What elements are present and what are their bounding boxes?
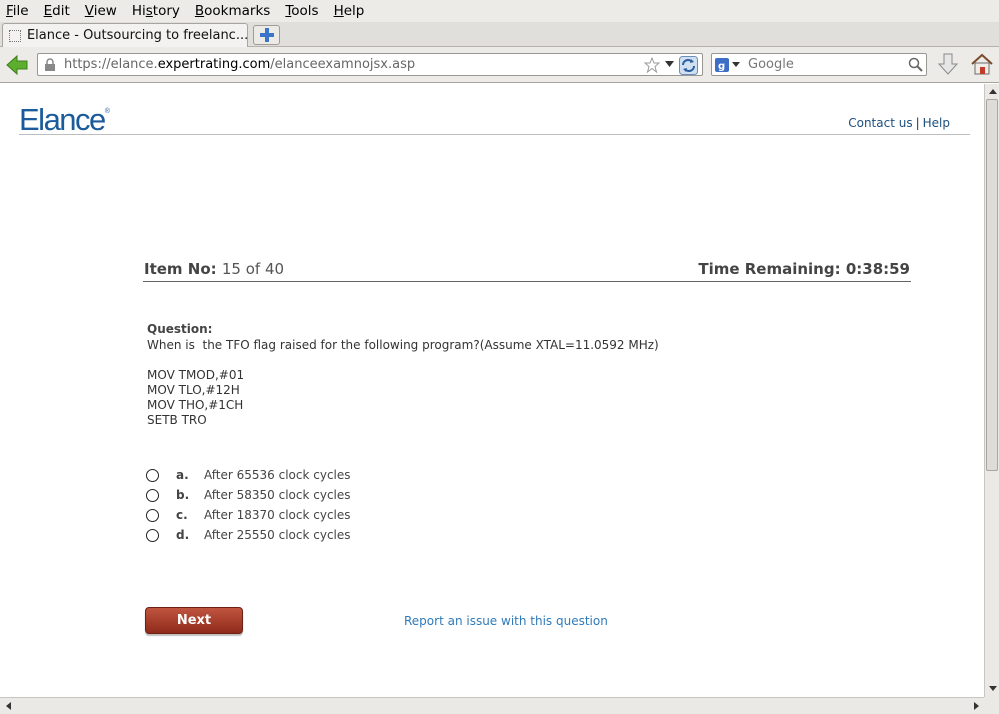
menu-bar: File Edit View History Bookmarks Tools H… (0, 0, 999, 22)
question-label: Question: (147, 322, 213, 336)
menu-file[interactable]: File (6, 3, 29, 19)
history-dropdown-icon[interactable] (665, 61, 674, 67)
page-favicon-icon (9, 29, 21, 42)
lock-icon (45, 58, 55, 71)
url-text: https://elance.expertrating.com/elanceex… (64, 57, 416, 72)
radio-button[interactable] (146, 528, 159, 542)
header-links: Contact us | Help (848, 116, 950, 130)
horizontal-scrollbar[interactable] (0, 697, 984, 714)
option-letter: b. (176, 488, 190, 502)
menu-bookmarks[interactable]: Bookmarks (195, 3, 270, 19)
question-text: When is the TFO flag raised for the foll… (147, 338, 659, 352)
search-engine-selector[interactable]: g (712, 54, 744, 75)
item-number: Item No: 15 of 40 (144, 260, 285, 278)
radio-button[interactable] (146, 468, 159, 482)
help-link[interactable]: Help (923, 116, 950, 130)
menu-tools[interactable]: Tools (285, 3, 318, 19)
page-viewport: Elance® Contact us | Help Item No: 15 of 4… (0, 84, 984, 697)
scrollbar-thumb[interactable] (986, 99, 998, 471)
option-text: After 25550 clock cycles (204, 528, 351, 542)
code-line: MOV THO,#1CH (147, 398, 244, 412)
tab-elance[interactable]: Elance - Outsourcing to freelanc... (2, 23, 248, 47)
code-line: SETB TRO (147, 413, 207, 427)
scroll-down-icon[interactable] (986, 682, 999, 695)
scrollbar-corner (984, 697, 999, 714)
scroll-up-icon[interactable] (986, 85, 999, 98)
chevron-down-icon (732, 62, 740, 67)
back-arrow-icon[interactable] (5, 53, 29, 77)
scroll-left-icon[interactable] (2, 700, 14, 712)
search-input[interactable]: Google (748, 57, 908, 72)
home-icon[interactable] (970, 52, 994, 76)
tab-title: Elance - Outsourcing to freelanc... (26, 28, 247, 43)
contact-us-link[interactable]: Contact us (848, 116, 912, 130)
search-icon[interactable] (908, 57, 923, 72)
radio-button[interactable] (146, 508, 159, 522)
next-button[interactable]: Next (145, 607, 243, 634)
scroll-right-icon[interactable] (970, 700, 982, 712)
vertical-scrollbar[interactable] (984, 84, 999, 697)
new-tab-button[interactable] (253, 25, 280, 45)
menu-history[interactable]: History (132, 3, 180, 19)
link-separator: | (915, 116, 920, 130)
search-bar[interactable]: g Google (711, 53, 927, 76)
menu-help[interactable]: Help (334, 3, 365, 19)
option-letter: a. (176, 468, 189, 482)
download-icon[interactable] (936, 52, 960, 78)
plus-icon (259, 28, 274, 42)
answer-option-d[interactable]: d. After 25550 clock cycles (146, 526, 351, 544)
answer-option-b[interactable]: b. After 58350 clock cycles (146, 486, 351, 504)
answer-option-a[interactable]: a. After 65536 clock cycles (146, 466, 351, 484)
menu-edit[interactable]: Edit (44, 3, 70, 19)
google-icon: g (715, 57, 729, 72)
option-text: After 18370 clock cycles (204, 508, 351, 522)
option-text: After 58350 clock cycles (204, 488, 351, 502)
option-letter: d. (176, 528, 190, 542)
reload-icon[interactable] (679, 56, 698, 75)
code-line: MOV TMOD,#01 (147, 368, 245, 382)
answer-option-c[interactable]: c. After 18370 clock cycles (146, 506, 351, 524)
tab-bar: Elance - Outsourcing to freelanc... (0, 22, 999, 47)
option-letter: c. (176, 508, 188, 522)
item-header: Item No: 15 of 40 Time Remaining: 0:38:5… (143, 258, 911, 282)
menu-view[interactable]: View (85, 3, 117, 19)
url-bar[interactable]: https://elance.expertrating.com/elanceex… (37, 53, 703, 76)
option-text: After 65536 clock cycles (204, 468, 351, 482)
navigation-bar: https://elance.expertrating.com/elanceex… (0, 47, 999, 83)
header-divider (19, 134, 970, 135)
time-remaining: Time Remaining: 0:38:59 (698, 260, 910, 278)
radio-button[interactable] (146, 488, 159, 502)
elance-logo[interactable]: Elance® (19, 102, 110, 138)
svg-text:g: g (718, 61, 725, 72)
report-issue-link[interactable]: Report an issue with this question (404, 614, 608, 628)
bookmark-star-icon[interactable] (644, 57, 660, 73)
code-line: MOV TLO,#12H (147, 383, 240, 397)
